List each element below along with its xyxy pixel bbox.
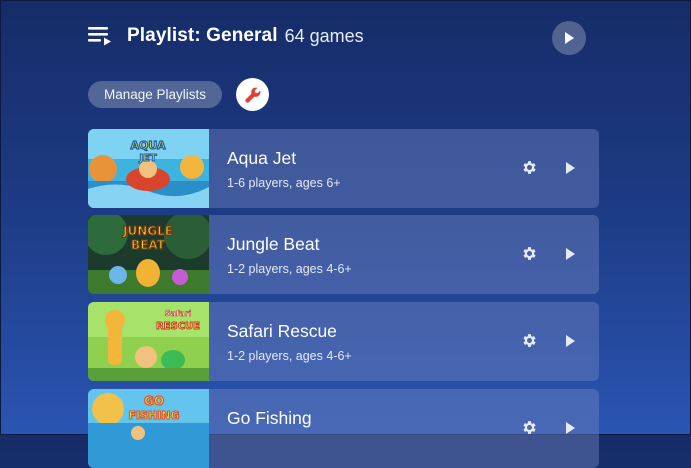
game-meta: 1-6 players, ages 6+ [227, 176, 341, 190]
game-thumbnail: JUNGLE BEAT [88, 215, 209, 294]
gear-icon[interactable] [521, 159, 538, 176]
game-card-go-fishing[interactable]: GO FISHING Go Fishing [88, 389, 599, 468]
thumb-title-line2: RESCUE [156, 321, 200, 332]
manage-playlists-label: Manage Playlists [104, 87, 207, 102]
game-thumbnail: Safari RESCUE [88, 302, 209, 381]
play-icon[interactable] [564, 334, 576, 348]
wrench-button[interactable] [236, 78, 269, 111]
game-thumbnail: AQUA JET [88, 129, 209, 208]
playlist-icon[interactable] [88, 25, 112, 47]
game-count: 64 games [284, 25, 364, 46]
game-card-aqua-jet[interactable]: AQUA JET Aqua Jet 1-6 players, ages 6+ [88, 129, 599, 208]
game-title: Aqua Jet [227, 148, 297, 168]
playlist-header: Playlist: General 64 games [88, 22, 364, 50]
manage-playlists-button[interactable]: Manage Playlists [88, 81, 223, 108]
thumb-title-line2: BEAT [131, 238, 166, 252]
game-card-safari-rescue[interactable]: Safari RESCUE Safari Rescue 1-2 players,… [88, 302, 599, 381]
thumb-title-line1: AQUA [131, 139, 166, 152]
game-card-jungle-beat[interactable]: JUNGLE BEAT Jungle Beat 1-2 players, age… [88, 215, 599, 294]
play-icon [565, 32, 574, 44]
game-title: Go Fishing [227, 408, 312, 428]
play-all-button[interactable] [552, 21, 586, 55]
play-icon[interactable] [564, 161, 576, 175]
game-meta: 1-2 players, ages 4-6+ [227, 349, 352, 363]
gear-icon[interactable] [521, 332, 538, 349]
game-meta: 1-2 players, ages 4-6+ [227, 262, 352, 276]
wrench-icon [244, 87, 260, 103]
play-icon[interactable] [564, 247, 576, 261]
gear-icon[interactable] [521, 245, 538, 262]
thumb-title-line2: FISHING [128, 409, 179, 422]
thumb-title-line2: JET [138, 153, 157, 164]
game-title: Safari Rescue [227, 321, 337, 341]
page-title: Playlist: General [127, 25, 278, 46]
play-icon[interactable] [564, 421, 576, 435]
game-title: Jungle Beat [227, 234, 320, 254]
thumb-title-line1: GO [144, 394, 164, 408]
gear-icon[interactable] [521, 419, 538, 436]
game-thumbnail: GO FISHING [88, 389, 209, 468]
thumb-title-line1: Safari [165, 309, 192, 318]
thumb-title-line1: JUNGLE [122, 224, 173, 238]
